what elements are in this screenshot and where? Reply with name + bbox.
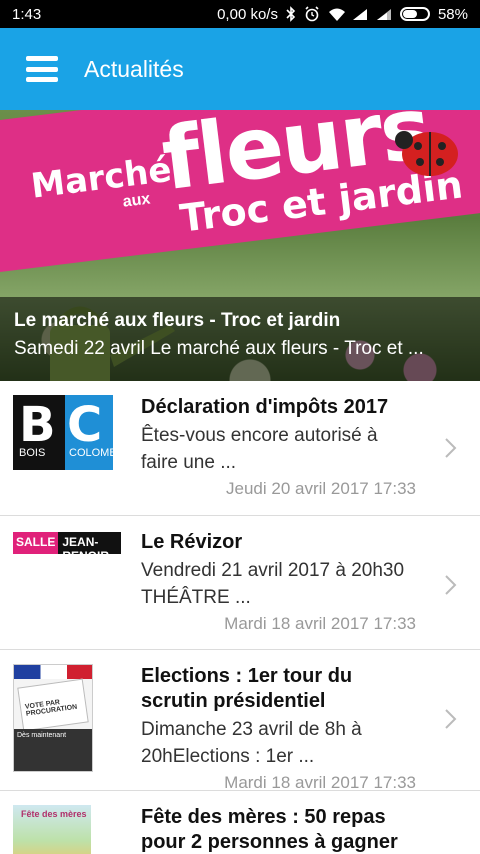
item-description: Dimanche 23 avril de 8h à 20hElections :…: [141, 719, 362, 767]
logo-letter-c: C: [67, 397, 103, 453]
app-bar: Actualités: [0, 28, 480, 110]
item-thumbnail: SALLE JEAN-RENOIR: [13, 530, 121, 608]
wifi-icon: [328, 8, 345, 21]
list-item[interactable]: VOTE PAR PROCURATION Dès maintenant Elec…: [0, 650, 480, 792]
hero-caption: Le marché aux fleurs - Troc et jardin Sa…: [0, 297, 480, 381]
item-thumbnail: VOTE PAR PROCURATION Dès maintenant: [13, 664, 113, 772]
item-title: Le Révizor: [141, 531, 243, 553]
status-time: 1:43: [12, 5, 42, 23]
item-title: Déclaration d'impôts 2017: [141, 396, 389, 418]
hamburger-menu-icon[interactable]: [0, 28, 84, 110]
item-thumbnail: Fête des mères: [13, 805, 113, 854]
item-date: Jeudi 20 avril 2017 17:33: [226, 479, 416, 498]
logo-text-bois: BOIS: [19, 447, 46, 459]
list-item[interactable]: B C BOIS COLOMBES Déclaration d'impôts 2…: [0, 381, 480, 516]
network-speed: 0,00 ko/s: [217, 5, 278, 23]
status-icons: 0,00 ko/s 58%: [217, 6, 468, 23]
salle-jean-renoir-logo: SALLE JEAN-RENOIR: [13, 532, 121, 563]
item-description: Êtes-vous encore autorisé à faire une ..…: [141, 425, 378, 473]
hero-text-marche: Marché: [28, 149, 174, 207]
page-title: Actualités: [84, 55, 184, 82]
vote-procuration-image: VOTE PAR PROCURATION Dès maintenant: [13, 664, 93, 772]
hero-title: Le marché aux fleurs - Troc et jardin: [14, 310, 341, 331]
bluetooth-icon: [286, 6, 296, 22]
list-item[interactable]: Fête des mères Fête des mères : 50 repas…: [0, 791, 480, 854]
item-date: Mardi 18 avril 2017 17:33: [224, 614, 416, 633]
list-item[interactable]: SALLE JEAN-RENOIR Le Révizor Vendredi 21…: [0, 516, 480, 650]
chevron-right-icon: [445, 709, 457, 729]
item-thumbnail: B C BOIS COLOMBES: [13, 395, 113, 473]
logo-text-colombes: COLOMBES: [69, 447, 113, 459]
logo-letter-b: B: [19, 397, 56, 453]
item-title: Fête des mères : 50 repas pour 2 personn…: [141, 806, 398, 853]
news-list: B C BOIS COLOMBES Déclaration d'impôts 2…: [0, 381, 480, 854]
chevron-right-icon: [445, 438, 457, 458]
alarm-icon: [304, 6, 320, 22]
meres-image-text: Fête des mères: [21, 809, 87, 819]
hero-subtitle: Samedi 22 avril Le marché aux fleurs - T…: [14, 338, 424, 359]
ladybug-icon: [395, 131, 458, 176]
signal-icon-2: [376, 8, 392, 21]
item-description: Vendredi 21 avril 2017 à 20h30 THÉÂTRE .…: [141, 560, 405, 608]
logo-text-salle: SALLE: [13, 532, 59, 554]
battery-percent: 58%: [437, 5, 468, 23]
item-title: Elections : 1er tour du scrutin présiden…: [141, 665, 353, 712]
hero-text-aux: aux: [121, 190, 152, 211]
chevron-right-icon: [445, 575, 457, 595]
signal-icon: [352, 8, 368, 21]
vote-banner-text: Dès maintenant: [14, 729, 92, 771]
logo-text-jean-renoir: JEAN-RENOIR: [58, 532, 121, 563]
status-bar: 1:43 0,00 ko/s 58%: [0, 0, 480, 28]
bois-colombes-logo: B C BOIS COLOMBES: [13, 395, 113, 470]
battery-icon: [399, 7, 430, 21]
vote-paper-text: VOTE PAR PROCURATION: [24, 699, 78, 718]
featured-news-card[interactable]: Marché aux fleurs Troc et jardin Le marc…: [0, 110, 480, 381]
fete-des-meres-image: Fête des mères: [13, 805, 91, 854]
